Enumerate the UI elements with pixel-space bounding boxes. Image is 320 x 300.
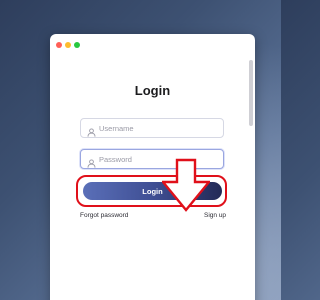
down-arrow-icon — [162, 158, 210, 212]
window-controls — [56, 42, 80, 48]
sign-up-link[interactable]: Sign up — [204, 212, 226, 219]
page-title: Login — [134, 83, 171, 98]
login-window: Login Username Password Login Forgot pas… — [50, 34, 255, 300]
minimize-window-button[interactable] — [65, 42, 71, 48]
user-icon — [87, 155, 96, 168]
forgot-password-link[interactable]: Forgot password — [80, 212, 128, 219]
user-icon — [87, 124, 96, 137]
close-window-button[interactable] — [56, 42, 62, 48]
username-placeholder: Username — [99, 123, 134, 133]
password-placeholder: Password — [99, 154, 132, 164]
username-field[interactable]: Username — [80, 118, 224, 138]
maximize-window-button[interactable] — [74, 42, 80, 48]
